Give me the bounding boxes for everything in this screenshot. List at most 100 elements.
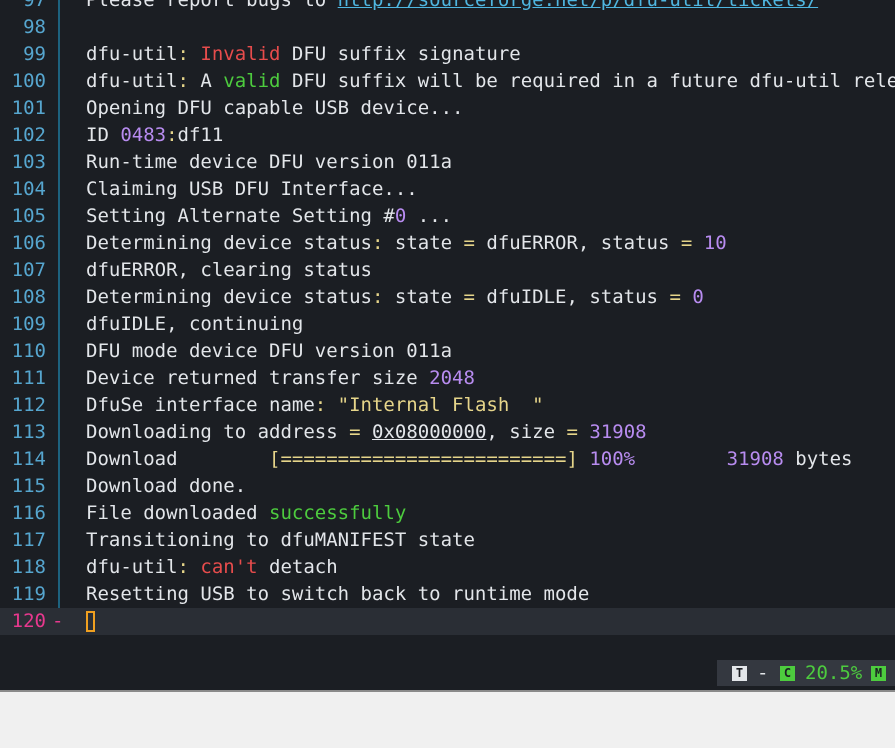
text-token: Determining device status: [86, 286, 372, 308]
line-text: Opening DFU capable USB device...: [86, 95, 464, 122]
editor-line[interactable]: 107 dfuERROR, clearing status: [0, 257, 895, 284]
text-token: can't: [200, 556, 258, 578]
mode-badge[interactable]: T: [732, 666, 747, 681]
text-token: =: [680, 232, 693, 254]
line-number: 113: [11, 421, 46, 443]
text-token: bytes: [783, 448, 853, 470]
line-text: dfuIDLE, continuing: [86, 311, 303, 338]
text-token: =: [566, 421, 578, 443]
text-token: :: [371, 232, 395, 254]
text-token: Please report bugs to: [86, 0, 338, 11]
line-number: 105: [11, 205, 46, 227]
line-text: ID 0483:df11: [86, 122, 223, 149]
line-number: 104: [11, 178, 46, 200]
editor-line[interactable]: 117 Transitioning to dfuMANIFEST state: [0, 527, 895, 554]
text-token: ID: [86, 124, 121, 146]
text-cursor: [86, 611, 95, 632]
editor-line[interactable]: 116 File downloaded successfully: [0, 500, 895, 527]
editor-line[interactable]: 108 Determining device status: state = df…: [0, 284, 895, 311]
line-number: 108: [11, 286, 46, 308]
editor-line[interactable]: 103 Run-time device DFU version 011a: [0, 149, 895, 176]
text-token: :: [177, 70, 201, 92]
scroll-percent: 20.5%: [805, 662, 863, 684]
text-token: Opening DFU capable USB device...: [86, 97, 464, 119]
text-token: =: [463, 232, 475, 254]
text-token: Claiming USB DFU Interface...: [86, 178, 418, 200]
text-token: Download done.: [86, 475, 247, 497]
line-text: File downloaded successfully: [86, 500, 406, 527]
text-token: detach: [257, 556, 338, 578]
editor-line[interactable]: 119 Resetting USB to switch back to runti…: [0, 581, 895, 608]
text-token: DFU mode device DFU version 011a: [86, 340, 453, 362]
editor-line[interactable]: 113 Downloading to address = 0x08000000, …: [0, 419, 895, 446]
editor-line[interactable]: 97 Please report bugs to http://sourcefor…: [0, 0, 895, 14]
text-token: ...: [406, 205, 453, 227]
text-token: Transitioning to dfuMANIFEST state: [86, 529, 475, 551]
text-token: :: [371, 286, 395, 308]
line-text: Device returned transfer size 2048: [86, 365, 475, 392]
terminal-editor[interactable]: 97 Please report bugs to http://sourcefor…: [0, 0, 895, 690]
text-token: Downloading to address: [86, 421, 350, 443]
text-token: state: [394, 232, 464, 254]
editor-line[interactable]: 100 dfu-util: A valid DFU suffix will be …: [0, 68, 895, 95]
editor-line[interactable]: 109 dfuIDLE, continuing: [0, 311, 895, 338]
text-token: Setting Alternate Setting #: [86, 205, 395, 227]
editor-line[interactable]: 118 dfu-util: can't detach: [0, 554, 895, 581]
line-text: dfu-util: A valid DFU suffix will be req…: [86, 68, 895, 95]
text-token: Download: [86, 448, 270, 470]
text-token: :: [177, 556, 201, 578]
url-link[interactable]: http://sourceforge.net/p/dfu-util/ticket…: [338, 0, 818, 11]
editor-line[interactable]: 98: [0, 14, 895, 41]
line-number: 120: [11, 610, 46, 632]
text-token: state: [394, 286, 464, 308]
line-text: [86, 608, 95, 635]
text-token: dfu-util: [86, 556, 178, 578]
current-line[interactable]: 120-: [0, 608, 895, 635]
text-token: successfully: [269, 502, 407, 524]
editor-line[interactable]: 114 Download [=========================] …: [0, 446, 895, 473]
panel-divider[interactable]: [0, 690, 895, 692]
text-token: 31908: [726, 448, 784, 470]
editor-line[interactable]: 102 ID 0483:df11: [0, 122, 895, 149]
line-text: DfuSe interface name: "Internal Flash ": [86, 392, 544, 419]
column-badge[interactable]: C: [780, 666, 795, 681]
text-token: =: [349, 421, 361, 443]
editor-line[interactable]: 110 DFU mode device DFU version 011a: [0, 338, 895, 365]
line-number: 118: [11, 556, 46, 578]
text-token: 31908: [589, 421, 647, 443]
text-token: , size: [486, 421, 567, 443]
text-token: Invalid: [200, 43, 281, 65]
text-token: "Internal Flash ": [337, 394, 544, 416]
text-token: =: [463, 286, 475, 308]
line-number: 97: [23, 0, 46, 11]
modified-badge[interactable]: M: [871, 666, 886, 681]
line-text: Run-time device DFU version 011a: [86, 149, 452, 176]
editor-line[interactable]: 101 Opening DFU capable USB device...: [0, 95, 895, 122]
status-bar: T - C 20.5% M: [717, 660, 895, 686]
text-token: 0483: [120, 124, 167, 146]
text-token: dfuIDLE, continuing: [86, 313, 304, 335]
editor-line[interactable]: 99 dfu-util: Invalid DFU suffix signature: [0, 41, 895, 68]
line-text: Download [=========================] 100…: [86, 446, 852, 473]
text-token: dfuIDLE, status: [474, 286, 670, 308]
text-token: Device returned transfer size: [86, 367, 430, 389]
line-text: Download done.: [86, 473, 246, 500]
line-number: 100: [11, 70, 46, 92]
text-token: dfuERROR, status: [474, 232, 681, 254]
line-text: dfuERROR, clearing status: [86, 257, 372, 284]
editor-line[interactable]: 115 Download done.: [0, 473, 895, 500]
line-number: 114: [11, 448, 46, 470]
editor-line[interactable]: 112 DfuSe interface name: "Internal Flash…: [0, 392, 895, 419]
editor-line[interactable]: 106 Determining device status: state = df…: [0, 230, 895, 257]
status-separator: -: [757, 662, 769, 684]
editor-line[interactable]: 111 Device returned transfer size 2048: [0, 365, 895, 392]
editor-line[interactable]: 105 Setting Alternate Setting #0 ...: [0, 203, 895, 230]
text-token: DFU suffix will be required in a future …: [280, 70, 895, 92]
editor-line[interactable]: 104 Claiming USB DFU Interface...: [0, 176, 895, 203]
